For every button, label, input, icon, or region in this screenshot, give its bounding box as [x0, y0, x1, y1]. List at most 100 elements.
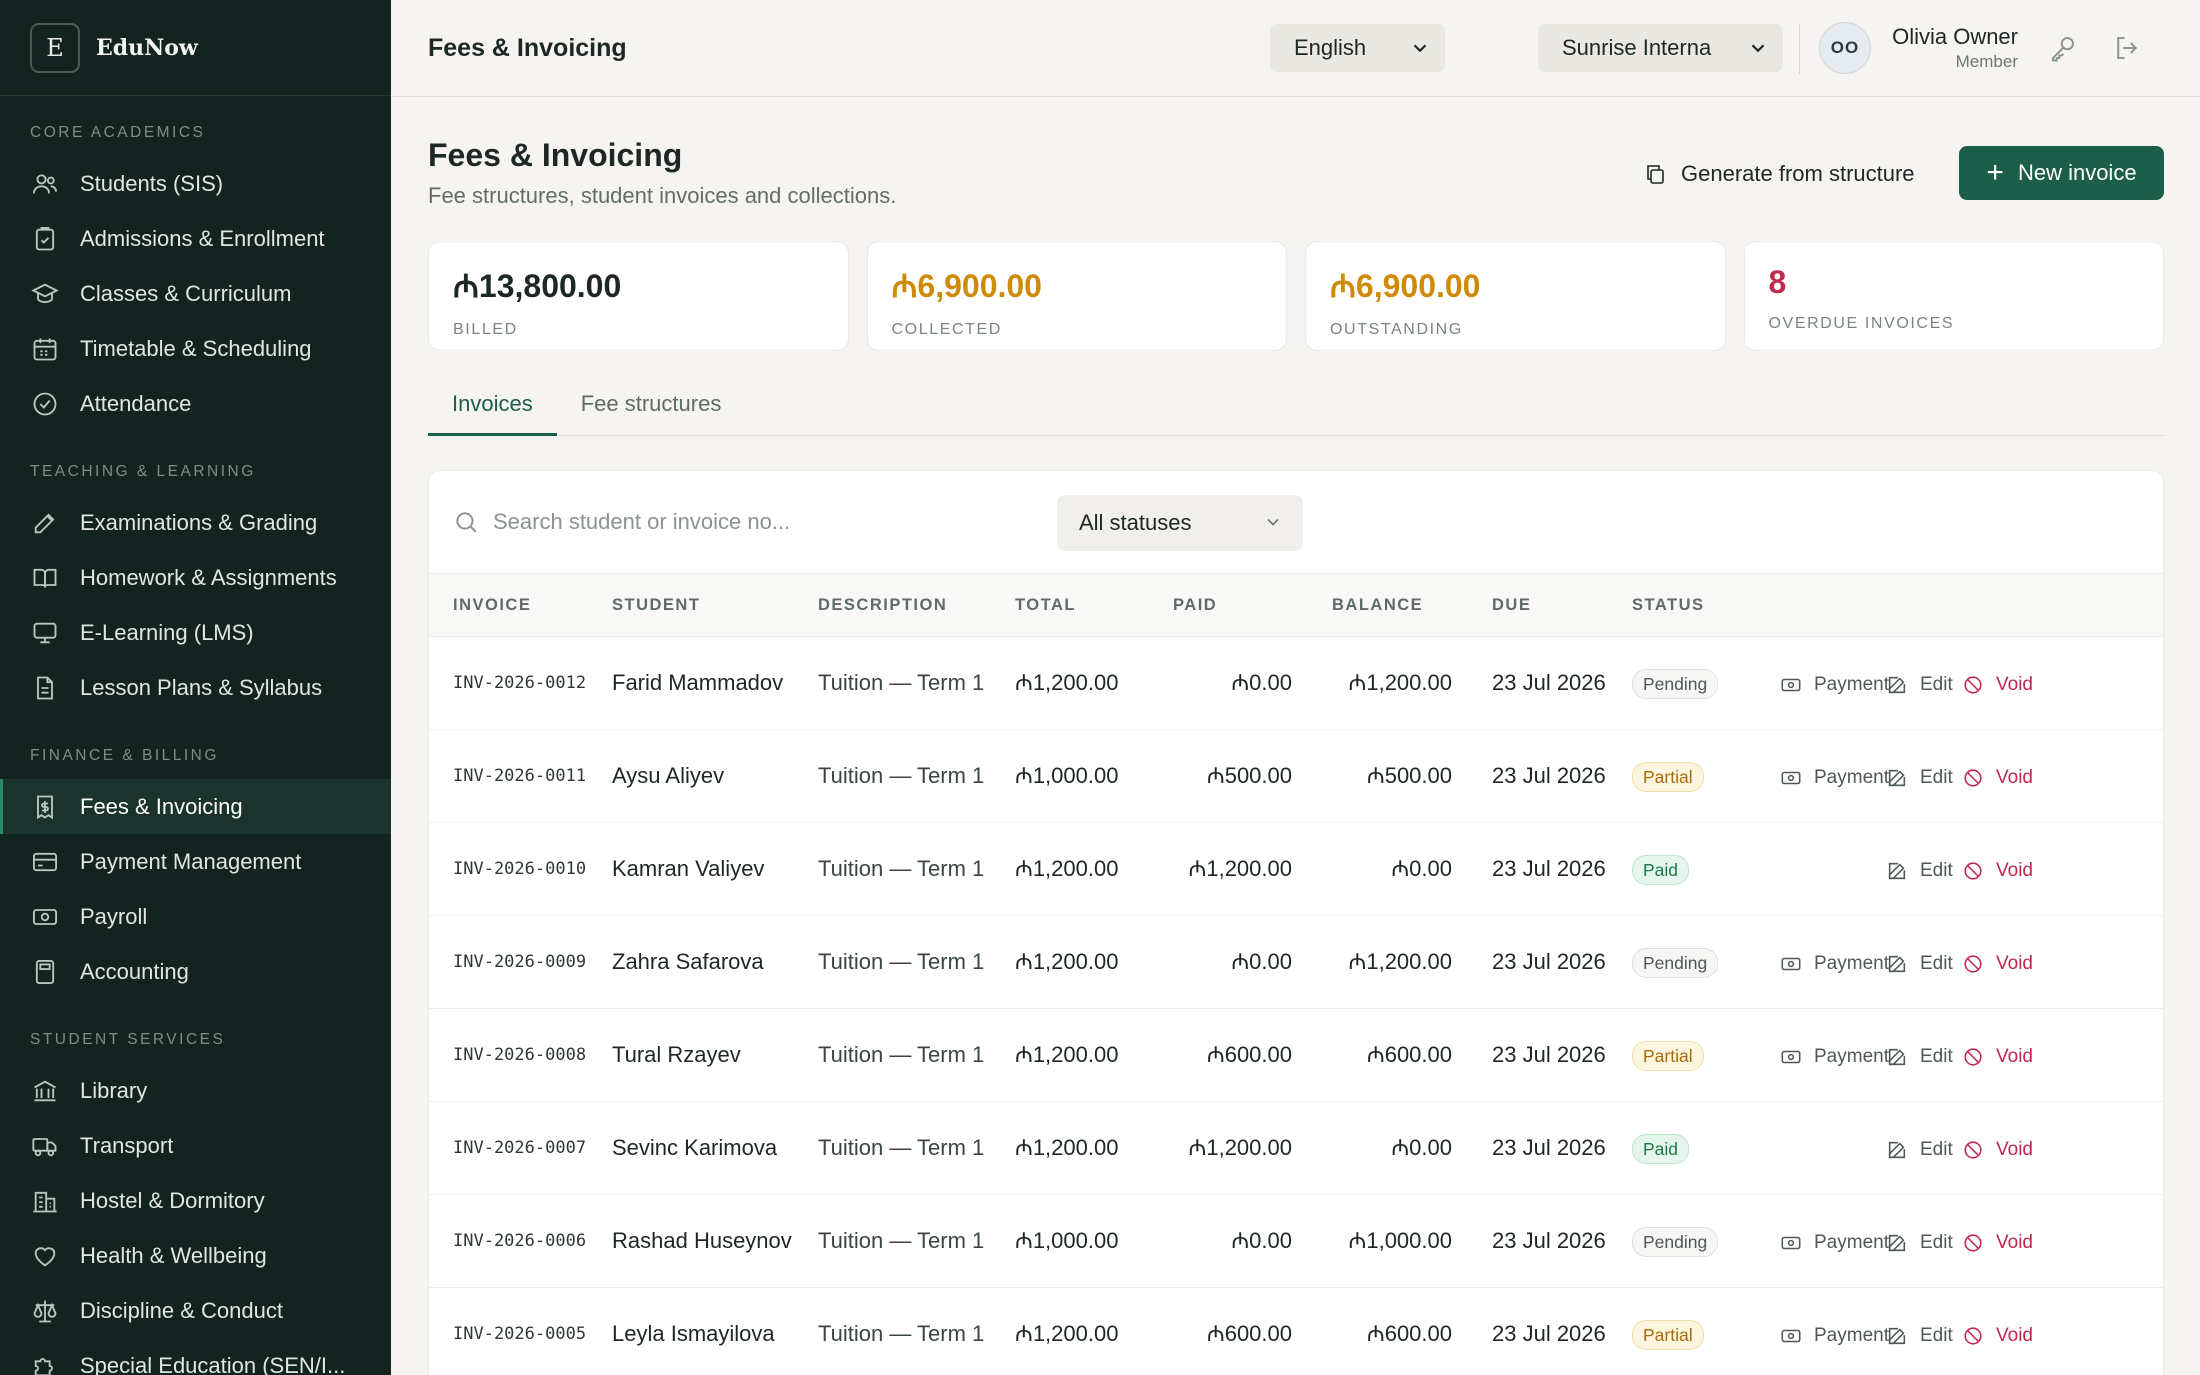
tab-fee-structures[interactable]: Fee structures: [557, 377, 746, 436]
status-filter-select[interactable]: All statuses: [1057, 495, 1303, 551]
sidebar-item-health-wellbeing[interactable]: Health & Wellbeing: [0, 1228, 391, 1283]
sidebar-item-special-education-sen-i[interactable]: Special Education (SEN/I...: [0, 1338, 391, 1375]
sidebar-item-examinations-grading[interactable]: Examinations & Grading: [0, 495, 391, 550]
edit-button[interactable]: Edit: [1886, 763, 1953, 793]
sidebar-item-students-sis[interactable]: Students (SIS): [0, 156, 391, 211]
sidebar-item-e-learning-lms[interactable]: E-Learning (LMS): [0, 605, 391, 660]
sidebar-item-fees-invoicing[interactable]: Fees & Invoicing: [0, 779, 391, 834]
sidebar-item-transport[interactable]: Transport: [0, 1118, 391, 1173]
sidebar-item-payroll[interactable]: Payroll: [0, 889, 391, 944]
void-button[interactable]: Void: [1962, 1321, 2033, 1351]
sidebar-item-label: Hostel & Dormitory: [80, 1187, 265, 1213]
edit-button[interactable]: Edit: [1886, 856, 1953, 886]
invoice-total: ₼1,000.00: [1015, 763, 1119, 788]
invoice-paid: ₼1,200.00: [1188, 856, 1292, 881]
payment-button[interactable]: Payment: [1780, 763, 1889, 793]
edit-button[interactable]: Edit: [1886, 670, 1953, 700]
table-row[interactable]: INV-2026-0009 Zahra Safarova Tuition — T…: [429, 916, 2163, 1009]
users-icon: [30, 169, 60, 199]
col-due[interactable]: Due: [1468, 574, 1608, 637]
row-actions: Payment Edit Void: [1758, 637, 2163, 730]
banknote-icon: [1781, 957, 1801, 971]
tab-invoices[interactable]: Invoices: [428, 377, 557, 436]
edit-label: Edit: [1920, 1325, 1953, 1346]
sidebar-item-payment-management[interactable]: Payment Management: [0, 834, 391, 889]
row-actions: Payment Edit Void: [1758, 916, 2163, 1009]
edit-button[interactable]: Edit: [1886, 1321, 1953, 1351]
sidebar-item-homework-assignments[interactable]: Homework & Assignments: [0, 550, 391, 605]
payment-button[interactable]: Payment: [1780, 1321, 1889, 1351]
scale-icon: [30, 1296, 60, 1326]
invoice-total: ₼1,000.00: [1015, 1228, 1119, 1253]
sidebar-item-admissions-enrollment[interactable]: Admissions & Enrollment: [0, 211, 391, 266]
invoice-due: 23 Jul 2026: [1492, 1042, 1606, 1067]
payment-button[interactable]: Payment: [1780, 949, 1889, 979]
language-select[interactable]: English: [1270, 24, 1445, 72]
sidebar-item-accounting[interactable]: Accounting: [0, 944, 391, 999]
nav-group: Teaching & Learning Examinations & Gradin…: [0, 463, 391, 715]
table-row[interactable]: INV-2026-0008 Tural Rzayev Tuition — Ter…: [429, 1009, 2163, 1102]
col-paid[interactable]: Paid: [1149, 574, 1308, 637]
col-description[interactable]: Description: [794, 574, 991, 637]
stat-label: Overdue invoices: [1768, 315, 1955, 332]
brand[interactable]: E EduNow: [0, 0, 391, 96]
invoice-due: 23 Jul 2026: [1492, 949, 1606, 974]
void-button[interactable]: Void: [1962, 670, 2033, 700]
status-cell: Paid: [1608, 1102, 1758, 1195]
edit-icon: [1888, 862, 1906, 880]
school-select[interactable]: Sunrise Interna: [1538, 24, 1783, 72]
invoice-number: INV-2026-0006: [453, 1231, 587, 1251]
payment-button[interactable]: Payment: [1780, 1228, 1889, 1258]
table-row[interactable]: INV-2026-0007 Sevinc Karimova Tuition — …: [429, 1102, 2163, 1195]
status-cell: Pending: [1608, 637, 1758, 730]
ban-icon: [1964, 676, 1982, 694]
edit-button[interactable]: Edit: [1886, 1135, 1953, 1165]
edit-label: Edit: [1920, 1139, 1953, 1160]
void-button[interactable]: Void: [1962, 1228, 2033, 1258]
invoice-total: ₼1,200.00: [1015, 1321, 1119, 1346]
sidebar-item-attendance[interactable]: Attendance: [0, 376, 391, 431]
payment-button[interactable]: Payment: [1780, 670, 1889, 700]
key-icon[interactable]: [2048, 33, 2078, 63]
payment-button[interactable]: Payment: [1780, 1042, 1889, 1072]
void-button[interactable]: Void: [1962, 856, 2033, 886]
invoice-description: Tuition — Term 1: [818, 1228, 985, 1253]
banknote-icon: [1781, 1050, 1801, 1064]
table-row[interactable]: INV-2026-0012 Farid Mammadov Tuition — T…: [429, 637, 2163, 730]
col-student[interactable]: Student: [588, 574, 794, 637]
table-row[interactable]: INV-2026-0005 Leyla Ismayilova Tuition —…: [429, 1288, 2163, 1375]
payment-label: Payment: [1814, 1232, 1889, 1253]
table-row[interactable]: INV-2026-0010 Kamran Valiyev Tuition — T…: [429, 823, 2163, 916]
invoice-total: ₼1,200.00: [1015, 1135, 1119, 1160]
sidebar-item-hostel-dormitory[interactable]: Hostel & Dormitory: [0, 1173, 391, 1228]
edit-label: Edit: [1920, 860, 1953, 881]
edit-button[interactable]: Edit: [1886, 1228, 1953, 1258]
edit-button[interactable]: Edit: [1886, 949, 1953, 979]
sidebar-item-lesson-plans-syllabus[interactable]: Lesson Plans & Syllabus: [0, 660, 391, 715]
invoice-paid: ₼0.00: [1231, 1228, 1292, 1253]
table-row[interactable]: INV-2026-0006 Rashad Huseynov Tuition — …: [429, 1195, 2163, 1288]
col-balance[interactable]: Balance: [1308, 574, 1468, 637]
sidebar-item-timetable-scheduling[interactable]: Timetable & Scheduling: [0, 321, 391, 376]
monitor-icon: [30, 618, 60, 648]
void-button[interactable]: Void: [1962, 763, 2033, 793]
logout-icon[interactable]: [2112, 33, 2142, 63]
sidebar-item-classes-curriculum[interactable]: Classes & Curriculum: [0, 266, 391, 321]
search-input[interactable]: Search student or invoice no...: [453, 495, 1053, 549]
sidebar-item-library[interactable]: Library: [0, 1063, 391, 1118]
void-button[interactable]: Void: [1962, 1042, 2033, 1072]
stat-card-outstanding: ₼6,900.00 Outstanding: [1305, 241, 1726, 351]
col-invoice[interactable]: Invoice: [429, 574, 588, 637]
nav-group: Finance & Billing Fees & Invoicing Payment…: [0, 747, 391, 999]
new-invoice-button[interactable]: + New invoice: [1959, 146, 2164, 200]
sidebar-item-discipline-conduct[interactable]: Discipline & Conduct: [0, 1283, 391, 1338]
invoice-due: 23 Jul 2026: [1492, 1321, 1606, 1346]
avatar[interactable]: OO: [1819, 22, 1871, 74]
void-button[interactable]: Void: [1962, 1135, 2033, 1165]
table-row[interactable]: INV-2026-0011 Aysu Aliyev Tuition — Term…: [429, 730, 2163, 823]
col-total[interactable]: Total: [991, 574, 1149, 637]
col-status[interactable]: Status: [1608, 574, 1758, 637]
edit-button[interactable]: Edit: [1886, 1042, 1953, 1072]
generate-from-structure-button[interactable]: Generate from structure: [1643, 149, 1915, 199]
void-button[interactable]: Void: [1962, 949, 2033, 979]
